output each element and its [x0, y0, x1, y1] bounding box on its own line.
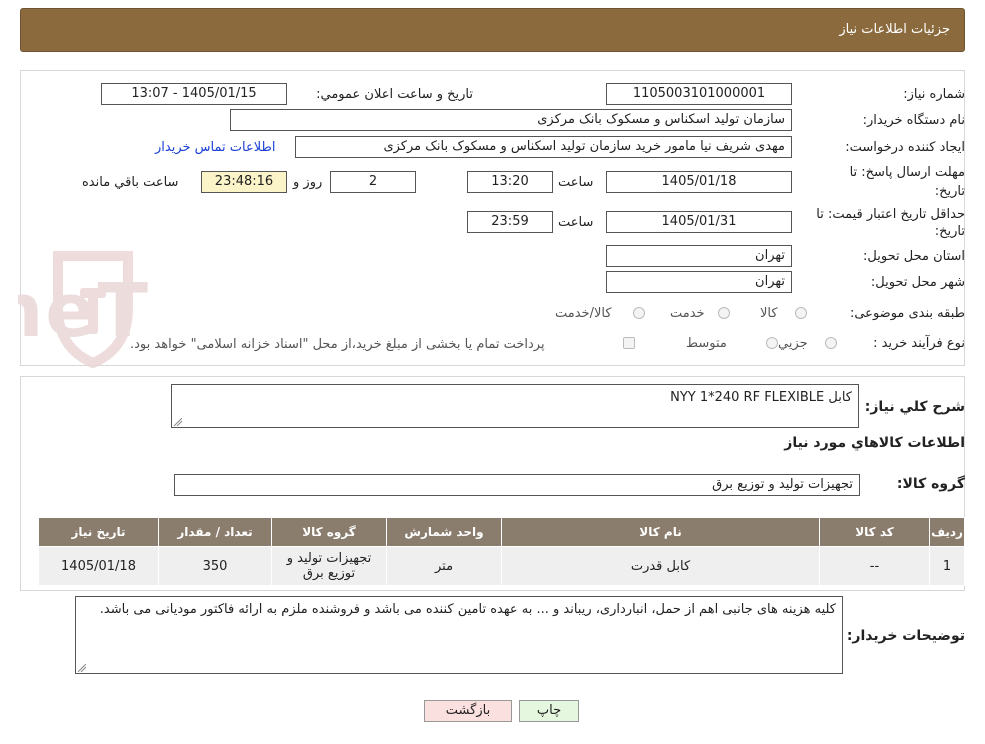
reply-time-field: 13:20	[467, 171, 553, 193]
back-button[interactable]: بازگشت	[424, 700, 512, 722]
category-label: طبقه بندی موضوعی:	[849, 306, 965, 321]
table-header-row: رديف کد کالا نام کالا واحد شمارش گروه کا…	[38, 517, 965, 547]
need-number-label: شماره نیاز:	[903, 87, 965, 102]
remaining-label: ساعت باقي مانده	[82, 175, 179, 190]
table-header: رديف	[929, 517, 965, 547]
print-button[interactable]: چاپ	[519, 700, 579, 722]
creator-field: مهدی شریف نیا مامور خرید سازمان تولید اس…	[295, 136, 792, 158]
items-table: رديف کد کالا نام کالا واحد شمارش گروه کا…	[38, 517, 965, 586]
table-row: 1 -- کابل قدرت متر تجهیزات تولید و توزیع…	[38, 546, 965, 586]
price-validity-time-label: ساعت	[558, 215, 594, 230]
category-goods-service-radio[interactable]	[633, 307, 645, 319]
table-header: واحد شمارش	[386, 517, 502, 547]
table-cell: 1	[929, 546, 965, 586]
announce-datetime-field: 1405/01/15 - 13:07	[101, 83, 287, 105]
reply-deadline-label: مهلت ارسال پاسخ: تا	[849, 165, 965, 180]
buyer-notes-field: کلیه هزینه های جانبی اهم از حمل، انباردا…	[75, 596, 843, 674]
goods-group-label: گروه كالا:	[896, 476, 965, 492]
category-goods-service-label: کالا/خدمت	[555, 306, 612, 321]
province-label: استان محل تحویل:	[863, 249, 965, 264]
reply-deadline-label-2: تاریخ:	[934, 184, 965, 199]
purchase-minor-radio[interactable]	[825, 337, 837, 349]
price-validity-time-field: 23:59	[467, 211, 553, 233]
goods-group-field: تجهیزات تولید و توزیع برق	[174, 474, 860, 496]
purchase-medium-radio[interactable]	[766, 337, 778, 349]
remaining-time-field: 23:48:16	[201, 171, 287, 193]
description-text: کابل NYY 1*240 RF FLEXIBLE	[670, 390, 852, 405]
table-cell: تجهیزات تولید و توزیع برق	[271, 546, 387, 586]
purchase-minor-label: جزیي	[778, 336, 808, 351]
price-validity-date-field: 1405/01/31	[606, 211, 792, 233]
category-goods-radio[interactable]	[795, 307, 807, 319]
buyer-notes-text: کلیه هزینه های جانبی اهم از حمل، انباردا…	[99, 602, 836, 617]
table-header: نام کالا	[501, 517, 820, 547]
buyer-org-field: سازمان تولید اسکناس و مسکوک بانک مرکزی	[230, 109, 792, 131]
table-header: تعداد / مقدار	[158, 517, 272, 547]
category-service-radio[interactable]	[718, 307, 730, 319]
table-cell: 1405/01/18	[38, 546, 159, 586]
price-validity-label-2: تاریخ:	[934, 224, 965, 239]
table-header: کد کالا	[819, 517, 930, 547]
items-table-wrap: رديف کد کالا نام کالا واحد شمارش گروه کا…	[38, 517, 965, 586]
creator-label: ایجاد کننده درخواست:	[845, 140, 965, 155]
buyer-org-label: نام دستگاه خریدار:	[862, 113, 965, 128]
announce-datetime-label: تاریخ و ساعت اعلان عمومي:	[316, 87, 473, 102]
need-number-field: 1105003101000001	[606, 83, 792, 105]
purchase-type-label: نوع فرآیند خرید :	[873, 336, 965, 351]
page-title: جزئیات اطلاعات نیاز	[839, 22, 950, 37]
table-cell: 350	[158, 546, 272, 586]
resize-handle-icon[interactable]	[174, 418, 182, 426]
page-header: جزئیات اطلاعات نیاز	[20, 8, 965, 52]
remaining-days-field: 2	[330, 171, 416, 193]
resize-handle-icon[interactable]	[78, 664, 86, 672]
description-field: کابل NYY 1*240 RF FLEXIBLE	[171, 384, 859, 428]
table-header: تاریخ نیاز	[38, 517, 159, 547]
days-label: روز و	[293, 175, 323, 190]
price-validity-label: حداقل تاریخ اعتبار قیمت: تا	[816, 207, 965, 222]
table-header: گروه کالا	[271, 517, 387, 547]
category-goods-label: کالا	[760, 306, 778, 321]
table-cell: متر	[386, 546, 502, 586]
buyer-contact-link[interactable]: اطلاعات تماس خریدار	[155, 140, 275, 155]
table-cell: کابل قدرت	[501, 546, 820, 586]
treasury-note: پرداخت تمام یا بخشی از مبلغ خرید،از محل …	[130, 337, 545, 352]
description-label: شرح كلي نياز:	[864, 399, 965, 415]
reply-date-field: 1405/01/18	[606, 171, 792, 193]
buyer-notes-label: توضیحات خریدار:	[846, 628, 965, 644]
province-field: تهران	[606, 245, 792, 267]
city-field: تهران	[606, 271, 792, 293]
city-label: شهر محل تحویل:	[870, 275, 965, 290]
goods-section-title: اطلاعات كالاهاي مورد نياز	[784, 435, 965, 451]
treasury-checkbox[interactable]	[623, 337, 635, 349]
purchase-medium-label: متوسط	[686, 336, 727, 351]
reply-time-label: ساعت	[558, 175, 594, 190]
category-service-label: خدمت	[670, 306, 705, 321]
table-cell: --	[819, 546, 930, 586]
